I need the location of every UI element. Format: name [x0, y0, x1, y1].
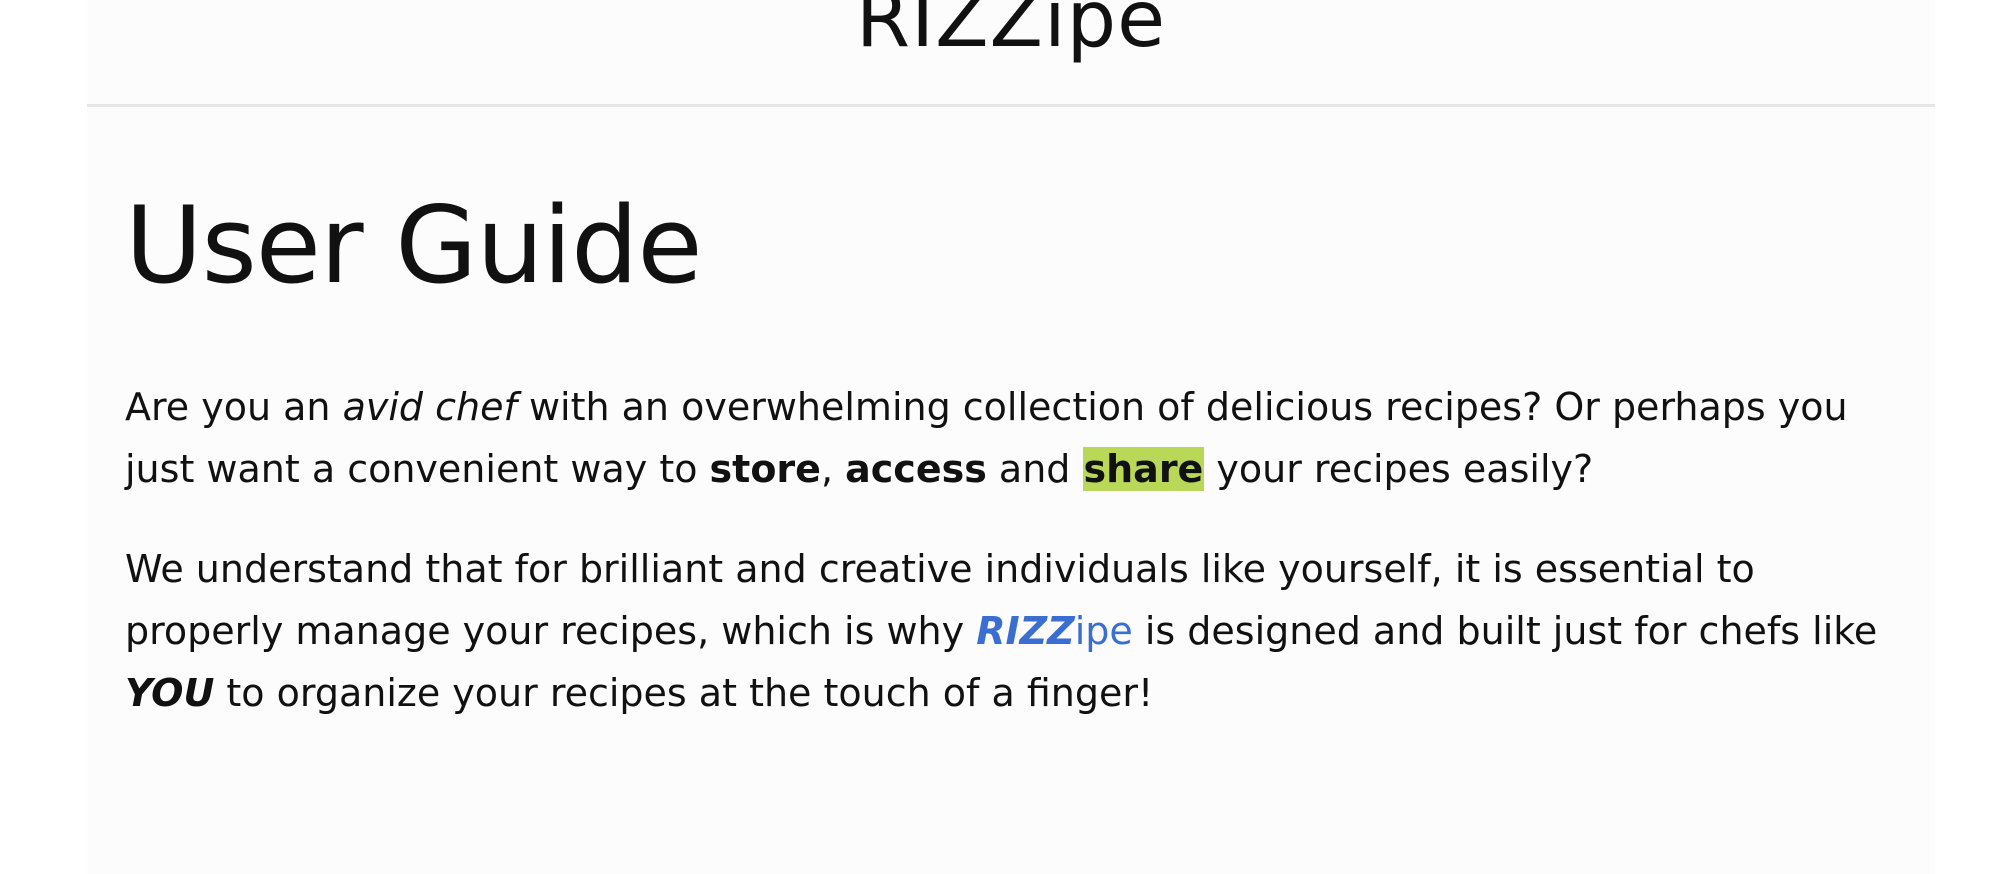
you-emphasis: YOU	[125, 671, 215, 715]
access-keyword: access	[845, 447, 987, 491]
share-keyword-highlight: share	[1082, 447, 1205, 491]
avid-chef-emphasis: avid chef	[342, 385, 517, 429]
purpose-text-3: to organize your recipes at the touch of…	[214, 671, 1154, 715]
comma-text: ,	[820, 447, 834, 491]
purpose-paragraph: We understand that for brilliant and cre…	[125, 538, 1915, 724]
intro-text-end: your recipes easily?	[1204, 447, 1594, 491]
brand-name-bold: RIZZ	[976, 609, 1075, 653]
store-keyword: store	[709, 447, 821, 491]
site-title[interactable]: RIZZipe	[87, 0, 1935, 68]
intro-paragraph: Are you an avid chef with an overwhelmin…	[125, 376, 1915, 500]
site-header: RIZZipe	[87, 0, 1935, 107]
purpose-text-2: is designed and built just for chefs lik…	[1132, 609, 1878, 653]
and-text: and	[986, 447, 1083, 491]
brand-name: RIZZipe	[976, 609, 1133, 653]
space-text	[833, 447, 845, 491]
brand-name-rest: ipe	[1074, 609, 1133, 653]
main-content: User Guide Are you an avid chef with an …	[125, 180, 1915, 762]
intro-text-1: Are you an	[125, 385, 343, 429]
page: RIZZipe User Guide Are you an avid chef …	[87, 0, 1935, 874]
page-title: User Guide	[125, 184, 703, 307]
